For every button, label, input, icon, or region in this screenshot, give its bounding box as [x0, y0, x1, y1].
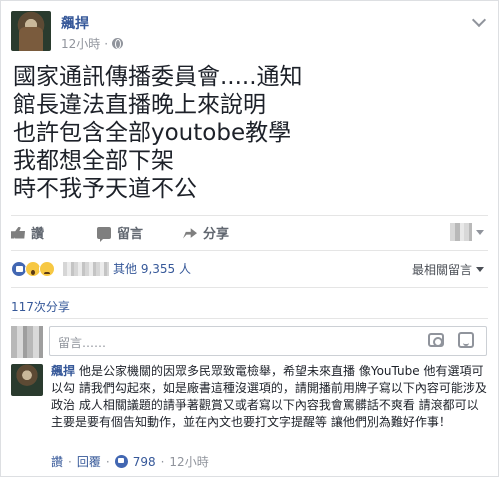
share-count[interactable]: 117次分享	[11, 298, 70, 315]
comment-text: 他是公家機關的因眾多民眾致電檢舉，希望未來直播 像YouTube 他有選項可以勾…	[51, 364, 487, 429]
divider	[11, 287, 488, 288]
comment-input[interactable]: 留言……	[49, 326, 487, 356]
post-timestamp[interactable]: 12小時	[61, 35, 100, 52]
comment-button-label: 留言	[117, 227, 144, 242]
share-button-label: 分享	[203, 227, 230, 242]
author-avatar[interactable]	[11, 11, 51, 51]
chevron-down-icon[interactable]	[476, 230, 484, 235]
comment-input-placeholder: 留言……	[58, 336, 107, 350]
chevron-down-icon[interactable]	[471, 12, 487, 28]
comment-like-button[interactable]: 讚	[51, 453, 63, 470]
post-meta: 12小時 ·	[61, 35, 124, 52]
separator: ·	[105, 454, 110, 469]
share-icon	[183, 228, 197, 239]
commenter-name[interactable]: 飆捍	[51, 364, 75, 378]
comment-item: 飆捍 他是公家機關的因眾多民眾致電檢舉，希望未來直播 像YouTube 他有選項可…	[51, 363, 491, 431]
comment-sort-dropdown[interactable]: 最相關留言	[412, 261, 484, 278]
camera-icon[interactable]	[428, 333, 444, 347]
meta-separator: ·	[104, 36, 109, 51]
viewer-avatar	[11, 326, 43, 358]
share-button[interactable]: 分享	[183, 223, 269, 242]
sad-react-icon	[39, 260, 55, 277]
post-line: 也許包含全部youtobe教學	[13, 120, 292, 146]
divider	[11, 215, 488, 216]
comment-actions: 讚 · 回覆 · 798 · 12小時	[51, 453, 209, 470]
post-line: 時不我予天道不公	[13, 176, 197, 202]
chevron-down-icon	[476, 267, 484, 272]
comment-icon	[97, 226, 111, 242]
post-line: 國家通訊傳播委員會.....通知	[13, 64, 303, 90]
post-author-name[interactable]: 飆捍	[61, 13, 89, 33]
post-body: 國家通訊傳播委員會.....通知 館長違法直播晚上來說明 也許包含全部youto…	[13, 63, 303, 203]
like-count-icon	[114, 455, 128, 468]
comment-reply-button[interactable]: 回覆	[77, 453, 101, 470]
separator: ·	[68, 454, 72, 469]
commenter-avatar[interactable]	[11, 364, 43, 396]
divider	[11, 250, 488, 251]
reactions-count[interactable]: 其他 9,355 人	[113, 260, 191, 277]
separator: ·	[160, 454, 165, 469]
like-button[interactable]: 讚	[11, 223, 97, 242]
globe-icon[interactable]	[112, 38, 124, 49]
sort-label: 最相關留言	[411, 263, 472, 277]
like-icon	[11, 226, 25, 239]
comment-timestamp[interactable]: 12小時	[169, 453, 208, 470]
reactions-summary[interactable]: 其他 9,355 人	[11, 260, 191, 277]
reactor-names-blurred	[63, 261, 109, 276]
post-as-avatar[interactable]	[450, 223, 472, 241]
post-line: 館長違法直播晚上來說明	[13, 92, 266, 118]
action-bar: 讚 留言 分享	[11, 223, 269, 242]
like-button-label: 讚	[31, 227, 45, 242]
sticker-icon[interactable]	[458, 332, 474, 348]
divider	[11, 318, 488, 319]
post-card: 飆捍 12小時 · 國家通訊傳播委員會.....通知 館長違法直播晚上來說明 也…	[0, 0, 499, 477]
comment-like-count[interactable]: 798	[133, 455, 156, 469]
post-line: 我都想全部下架	[13, 148, 174, 174]
comment-button[interactable]: 留言	[97, 223, 183, 242]
